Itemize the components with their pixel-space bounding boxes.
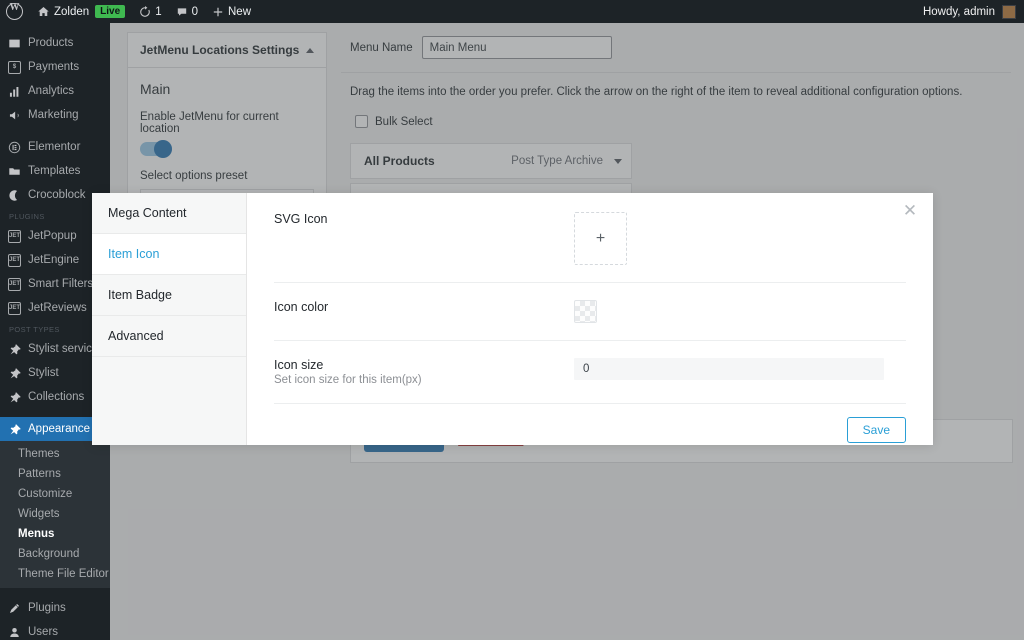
sidebar-item-label: JetEngine: [28, 254, 80, 266]
sidebar-item-users[interactable]: Users: [0, 620, 110, 640]
modal-tab-list: Mega Content Item Icon Item Badge Advanc…: [92, 193, 247, 445]
appearance-icon: [10, 423, 21, 434]
screen: Zolden Live 1 0 New Howdy, admin: [0, 0, 1024, 640]
home-icon: [38, 6, 49, 17]
analytics-icon: [9, 86, 19, 97]
sidebar-item-label: Analytics: [28, 85, 75, 97]
marketing-icon: [9, 111, 19, 119]
comment-icon: [177, 7, 186, 16]
field-svg-icon: SVG Icon +: [274, 193, 906, 283]
jet-icon: JET: [8, 253, 21, 267]
updates-link[interactable]: 1: [132, 0, 168, 23]
payments-icon: $: [8, 60, 21, 74]
field-control: 0: [574, 358, 906, 380]
site-name-label: Zolden: [54, 5, 90, 18]
field-label-group: Icon color: [274, 300, 574, 314]
pin-icon: [10, 343, 21, 354]
plus-icon: +: [595, 229, 606, 247]
crocoblock-icon: [9, 189, 18, 201]
sidebar-item-label: Smart Filters: [28, 278, 94, 290]
elementor-icon: [8, 141, 21, 153]
sidebar-subitem-widgets[interactable]: Widgets: [0, 504, 110, 524]
icon-color-picker[interactable]: [574, 300, 597, 323]
sidebar-item-marketing[interactable]: Marketing: [0, 103, 110, 127]
sidebar-item-label: Collections: [28, 391, 85, 403]
live-badge: Live: [95, 5, 126, 18]
new-label: New: [228, 5, 252, 18]
products-icon: [9, 39, 20, 47]
sidebar-subitem-theme-file-editor[interactable]: Theme File Editor: [0, 564, 110, 584]
sidebar-item-analytics[interactable]: Analytics: [0, 79, 110, 103]
close-icon[interactable]: ✕: [901, 202, 919, 221]
jet-icon: JET: [8, 277, 21, 291]
users-icon: [10, 627, 19, 637]
updates-count: 1: [155, 5, 162, 18]
field-icon-color: Icon color: [274, 283, 906, 341]
sidebar-item-elementor[interactable]: Elementor: [0, 135, 110, 159]
save-button[interactable]: Save: [846, 417, 906, 443]
tab-item-icon[interactable]: Item Icon: [92, 234, 246, 275]
icon-size-label: Icon size: [274, 358, 324, 372]
field-control: +: [574, 212, 906, 265]
new-content-button[interactable]: New: [205, 0, 258, 23]
sidebar-subitem-patterns[interactable]: Patterns: [0, 464, 110, 484]
comments-count: 0: [191, 5, 198, 18]
sidebar-item-plugins[interactable]: Plugins: [0, 596, 110, 620]
tab-item-badge[interactable]: Item Badge: [92, 275, 246, 316]
sidebar-item-label: Templates: [28, 165, 81, 177]
modal-body: ✕ SVG Icon + Icon color Icon size Set ic…: [247, 193, 933, 445]
svg-icon-upload-button[interactable]: +: [574, 212, 627, 265]
svg-icon-label: SVG Icon: [274, 212, 328, 226]
plugins-icon: [9, 603, 20, 613]
wordpress-logo-icon: [6, 2, 23, 20]
icon-size-description: Set icon size for this item(px): [274, 374, 422, 386]
icon-size-input[interactable]: 0: [574, 358, 884, 380]
sidebar-item-products[interactable]: Products: [0, 31, 110, 55]
comments-link[interactable]: 0: [169, 0, 205, 23]
updates-icon: [140, 5, 150, 17]
sidebar-item-label: JetPopup: [28, 230, 77, 242]
sidebar-item-label: Plugins: [28, 602, 66, 614]
sidebar-item-label: Stylist: [28, 367, 59, 379]
templates-icon: [9, 167, 20, 175]
tab-advanced[interactable]: Advanced: [92, 316, 246, 357]
sidebar-item-label: Appearance: [28, 423, 91, 435]
admin-bar: Zolden Live 1 0 New Howdy, admin: [0, 0, 1024, 23]
sidebar-item-label: Payments: [28, 61, 80, 73]
modal-footer: Save: [274, 404, 906, 443]
wordpress-logo-button[interactable]: [0, 0, 30, 23]
field-control: [574, 300, 906, 323]
field-label-group: Icon size Set icon size for this item(px…: [274, 358, 574, 386]
tab-mega-content[interactable]: Mega Content: [92, 193, 246, 234]
sidebar-item-label: Products: [28, 37, 74, 49]
site-name-link[interactable]: Zolden Live: [30, 0, 132, 23]
sidebar-item-payments[interactable]: $ Payments: [0, 55, 110, 79]
pin-icon: [10, 367, 21, 378]
sidebar-subitem-customize[interactable]: Customize: [0, 484, 110, 504]
sidebar-subitem-themes[interactable]: Themes: [0, 444, 110, 464]
pin-icon: [10, 391, 21, 402]
sidebar-subitem-background[interactable]: Background: [0, 544, 110, 564]
plus-icon: [213, 7, 223, 16]
sidebar-item-templates[interactable]: Templates: [0, 159, 110, 183]
account-menu[interactable]: Howdy, admin: [922, 4, 1024, 19]
field-label-group: SVG Icon: [274, 212, 574, 226]
sidebar-item-label: Marketing: [28, 109, 79, 121]
sidebar-subitem-menus[interactable]: Menus: [0, 524, 110, 544]
sidebar-spacer-top: [0, 23, 110, 31]
avatar: [1002, 4, 1016, 19]
howdy-label: Howdy, admin: [922, 5, 995, 18]
sidebar-item-label: JetReviews: [28, 302, 87, 314]
icon-color-label: Icon color: [274, 300, 329, 314]
sidebar-item-label: Users: [28, 626, 59, 638]
jet-icon: JET: [8, 301, 21, 315]
jet-icon: JET: [8, 229, 21, 243]
sidebar-item-label: Crocoblock: [28, 189, 86, 201]
appearance-submenu: Themes Patterns Customize Widgets Menus …: [0, 441, 110, 588]
sidebar-item-label: Elementor: [28, 141, 81, 153]
field-icon-size: Icon size Set icon size for this item(px…: [274, 341, 906, 404]
item-settings-modal: Mega Content Item Icon Item Badge Advanc…: [92, 193, 933, 445]
